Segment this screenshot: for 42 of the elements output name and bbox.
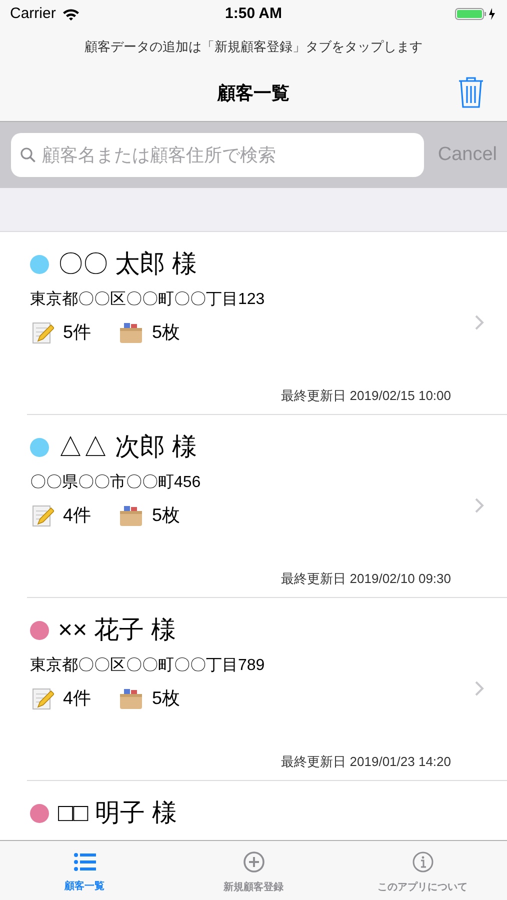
box-icon (119, 322, 144, 344)
search-input[interactable]: 顧客名または顧客住所で検索 (42, 142, 415, 168)
customer-name: ×× 花子 様 (58, 615, 176, 646)
card-count: 5枚 (152, 687, 180, 710)
trash-icon[interactable] (458, 76, 484, 109)
battery-charging-icon (455, 7, 497, 21)
memo-count: 4件 (63, 504, 92, 527)
customer-name: 〇〇 太郎 様 (58, 249, 197, 280)
customer-name: △△ 次郎 様 (58, 432, 197, 463)
card-count: 5枚 (152, 504, 180, 527)
box-icon (119, 504, 144, 526)
memo-count: 4件 (63, 687, 92, 710)
search-field[interactable]: 顧客名または顧客住所で検索 (11, 133, 424, 177)
hint-text: 顧客データの追加は「新規顧客登録」タブをタップします (0, 28, 507, 65)
info-icon (412, 850, 434, 872)
clock: 1:50 AM (225, 4, 282, 24)
updated-date: 最終更新日 2019/01/23 14:20 (281, 753, 451, 771)
wifi-icon (62, 8, 80, 20)
customer-address: 東京都〇〇区〇〇町〇〇丁目123 (30, 290, 265, 310)
plus-circle-icon (242, 850, 264, 872)
nav-title: 顧客一覧 (218, 82, 290, 104)
updated-date: 最終更新日 2019/02/15 10:00 (281, 387, 451, 405)
chevron-icon (475, 681, 484, 696)
memo-count: 5件 (63, 321, 92, 344)
notepad-pencil-icon (32, 504, 54, 526)
card-count: 5枚 (152, 321, 180, 344)
list-icon (74, 852, 96, 872)
customer-row[interactable]: ×× 花子 様 東京都〇〇区〇〇町〇〇丁目789 4件 5枚 最終更新日 2019/01/23 14:20 (27, 598, 507, 781)
chevron-icon (475, 498, 484, 513)
customer-address: 〇〇県〇〇市〇〇町456 (30, 472, 201, 493)
customer-row[interactable]: △△ 次郎 様 〇〇県〇〇市〇〇町456 4件 5枚 最終更新日 2019/02/10 09:30 (27, 415, 507, 598)
notepad-pencil-icon (32, 688, 54, 710)
carrier-label: Carrier (10, 4, 56, 24)
customer-address: 東京都〇〇区〇〇町〇〇丁目789 (30, 656, 265, 676)
chevron-icon (475, 315, 484, 330)
notepad-pencil-icon (32, 322, 54, 344)
tab-item[interactable]: 顧客一覧 (0, 841, 169, 900)
box-icon (119, 688, 144, 710)
customer-row[interactable]: 〇〇 太郎 様 東京都〇〇区〇〇町〇〇丁目123 5件 5枚 最終更新日 2019/02/15 10:00 (27, 232, 507, 415)
updated-date: 最終更新日 2019/02/10 09:30 (281, 570, 451, 588)
customer-name: □□ 明子 様 (58, 798, 178, 829)
search-icon (20, 147, 36, 163)
